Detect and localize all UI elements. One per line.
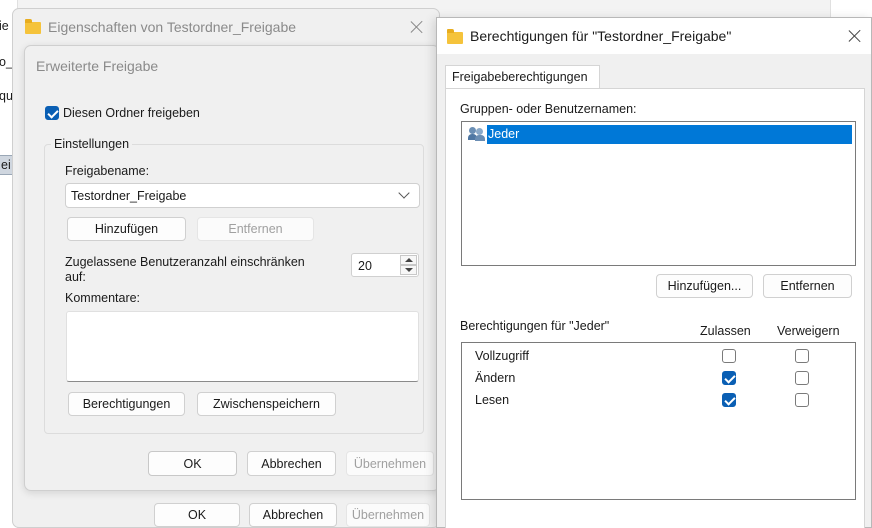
properties-title: Eigenschaften von Testordner_Freigabe bbox=[48, 19, 297, 35]
advanced-sharing-dialog: Erweiterte Freigabe Diesen Ordner freige… bbox=[24, 45, 440, 491]
advanced-apply-button[interactable]: Übernehmen bbox=[346, 451, 434, 476]
share-name-combobox[interactable]: Testordner_Freigabe bbox=[65, 183, 420, 208]
close-icon[interactable] bbox=[410, 20, 424, 34]
full-control-deny-checkbox[interactable] bbox=[795, 349, 809, 363]
chevron-up-icon bbox=[405, 258, 413, 262]
remove-share-button[interactable]: Entfernen bbox=[197, 217, 314, 241]
read-allow-checkbox[interactable] bbox=[722, 393, 736, 407]
close-icon[interactable] bbox=[848, 29, 862, 43]
advanced-ok-button[interactable]: OK bbox=[148, 451, 237, 476]
tab-label: Freigabeberechtigungen bbox=[452, 70, 588, 84]
user-limit-value: 20 bbox=[358, 259, 372, 273]
permissions-listbox: Vollzugriff Ändern Lesen bbox=[461, 342, 856, 500]
groups-listbox[interactable]: Jeder bbox=[461, 121, 856, 266]
groups-label: Gruppen- oder Benutzernamen: bbox=[460, 102, 637, 116]
permissions-for-label: Berechtigungen für "Jeder" bbox=[460, 319, 610, 333]
fragment-text: ie bbox=[0, 19, 9, 33]
user-limit-stepper[interactable]: 20 bbox=[351, 253, 419, 277]
properties-ok-button[interactable]: OK bbox=[154, 503, 240, 527]
stepper-up-button[interactable] bbox=[400, 255, 417, 265]
fragment-text: o_ bbox=[0, 55, 13, 69]
stepper-down-button[interactable] bbox=[400, 265, 417, 275]
group-users-icon bbox=[468, 127, 486, 141]
allow-column-header: Zulassen bbox=[700, 324, 751, 338]
add-share-button[interactable]: Hinzufügen bbox=[67, 217, 186, 241]
user-limit-label: Zugelassene Benutzeranzahl einschränken bbox=[65, 255, 305, 269]
full-control-allow-checkbox[interactable] bbox=[722, 349, 736, 363]
advanced-cancel-button[interactable]: Abbrechen bbox=[247, 451, 336, 476]
settings-group-label: Einstellungen bbox=[51, 137, 133, 151]
group-name: Jeder bbox=[487, 125, 852, 144]
comments-label: Kommentare: bbox=[65, 291, 141, 305]
change-allow-checkbox[interactable] bbox=[722, 371, 736, 385]
permissions-title: Berechtigungen für "Testordner_Freigabe" bbox=[470, 28, 732, 44]
properties-titlebar: Eigenschaften von Testordner_Freigabe bbox=[13, 9, 439, 45]
share-folder-label[interactable]: Diesen Ordner freigeben bbox=[63, 106, 200, 120]
tab-panel: Gruppen- oder Benutzernamen: Jeder Hinzu… bbox=[445, 88, 865, 528]
chevron-down-small-icon bbox=[405, 268, 413, 272]
permissions-titlebar: Berechtigungen für "Testordner_Freigabe" bbox=[437, 18, 871, 54]
tab-share-permissions[interactable]: Freigabeberechtigungen bbox=[445, 65, 600, 89]
user-limit-label-cont: auf: bbox=[65, 270, 86, 284]
share-folder-checkbox[interactable] bbox=[45, 106, 59, 120]
background-window-right bbox=[830, 0, 872, 18]
comments-textarea[interactable] bbox=[66, 311, 419, 382]
permission-name: Lesen bbox=[475, 393, 510, 407]
permissions-button[interactable]: Berechtigungen bbox=[68, 392, 185, 416]
permissions-dialog: Berechtigungen für "Testordner_Freigabe"… bbox=[436, 17, 872, 528]
folder-icon bbox=[447, 29, 463, 44]
add-group-button[interactable]: Hinzufügen... bbox=[656, 274, 753, 298]
properties-apply-button[interactable]: Übernehmen bbox=[346, 503, 430, 527]
share-name-label: Freigabename: bbox=[65, 164, 150, 178]
properties-cancel-button[interactable]: Abbrechen bbox=[249, 503, 337, 527]
chevron-down-icon bbox=[398, 187, 410, 199]
list-item[interactable]: Jeder bbox=[466, 125, 852, 144]
folder-icon bbox=[25, 19, 41, 34]
fragment-text: qu bbox=[0, 89, 13, 103]
change-deny-checkbox[interactable] bbox=[795, 371, 809, 385]
advanced-sharing-title: Erweiterte Freigabe bbox=[36, 58, 159, 74]
share-name-value: Testordner_Freigabe bbox=[71, 189, 187, 203]
deny-column-header: Verweigern bbox=[777, 324, 840, 338]
permission-name: Ändern bbox=[475, 371, 516, 385]
remove-group-button[interactable]: Entfernen bbox=[763, 274, 852, 298]
read-deny-checkbox[interactable] bbox=[795, 393, 809, 407]
permission-name: Vollzugriff bbox=[475, 349, 529, 363]
caching-button[interactable]: Zwischenspeichern bbox=[197, 392, 336, 416]
